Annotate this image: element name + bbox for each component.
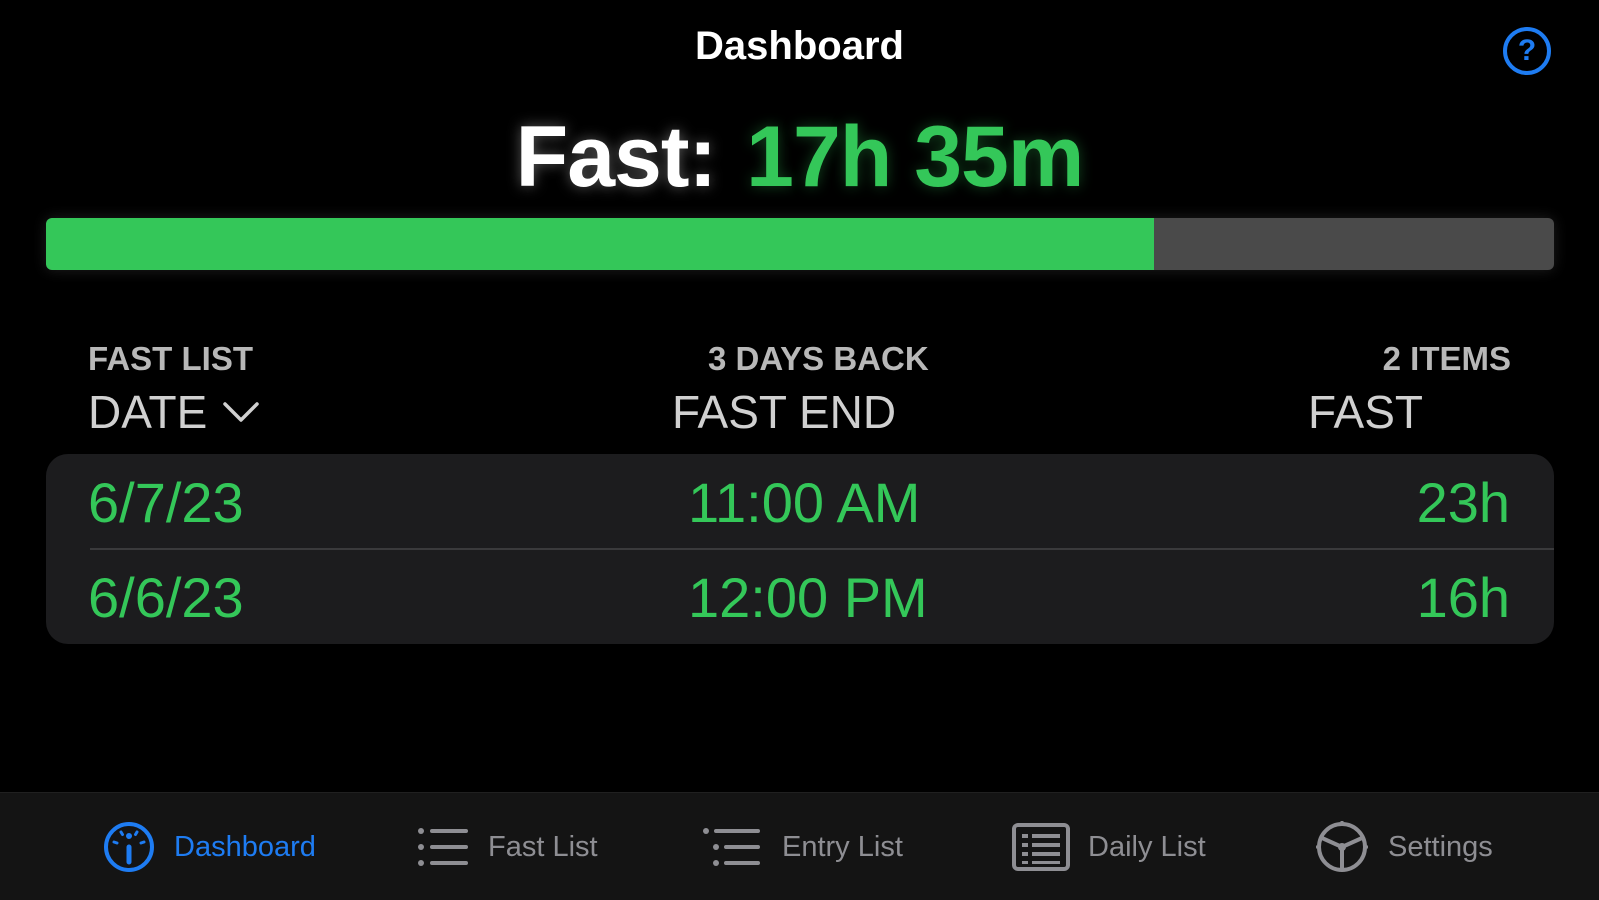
list-section-title: FAST LIST	[88, 340, 253, 377]
list-item-count: 2 ITEMS	[1382, 340, 1511, 377]
dashboard-screen: Dashboard ? Fast: 17h 35m FAST LIST 3 DAY…	[0, 0, 1599, 900]
table-row[interactable]: 6/6/23 12:00 PM 16h	[46, 549, 1554, 644]
table-row[interactable]: 6/7/23 11:00 AM 23h	[46, 454, 1554, 550]
list-icon	[418, 828, 468, 866]
tab-bar: Dashboard Fast List Entry List Daily Lis…	[0, 792, 1599, 900]
help-button[interactable]: ?	[1503, 27, 1551, 75]
tab-label: Settings	[1388, 830, 1493, 863]
tab-fast-list[interactable]: Fast List	[416, 817, 598, 877]
tab-label: Daily List	[1088, 830, 1206, 863]
row-fast-end: 12:00 PM	[688, 566, 928, 629]
fast-end-column-header: FAST END	[672, 386, 897, 438]
row-fast-duration: 23h	[1416, 471, 1510, 534]
help-icon: ?	[1517, 34, 1537, 67]
tab-label: Entry List	[782, 830, 903, 863]
chevron-down-icon	[223, 402, 260, 422]
indented-list-icon	[703, 828, 760, 866]
fast-duration-value: 17h 35m	[746, 109, 1084, 205]
date-column-label: DATE	[88, 386, 208, 438]
tab-label: Dashboard	[174, 830, 316, 863]
tab-daily-list[interactable]: Daily List	[1012, 817, 1206, 877]
list-range-label: 3 DAYS BACK	[708, 340, 929, 377]
page-title: Dashboard	[695, 24, 904, 68]
row-date: 6/7/23	[88, 471, 244, 534]
row-date: 6/6/23	[88, 566, 244, 629]
tab-settings[interactable]: Settings	[1314, 817, 1493, 877]
fast-readout: Fast: 17h 35m	[0, 108, 1599, 207]
fast-progress-fill	[46, 218, 1155, 270]
gauge-icon	[104, 822, 154, 872]
tab-label: Fast List	[488, 830, 598, 863]
row-fast-duration: 16h	[1416, 566, 1510, 629]
date-sort-header[interactable]: DATE	[88, 385, 261, 439]
fast-list-card: 6/7/23 11:00 AM 23h 6/6/23 12:00 PM 16h	[46, 454, 1554, 644]
document-list-icon	[1012, 823, 1070, 871]
steering-wheel-icon	[1316, 821, 1368, 872]
tab-entry-list[interactable]: Entry List	[702, 817, 903, 877]
fast-label: Fast:	[515, 109, 717, 205]
row-fast-end: 11:00 AM	[688, 471, 921, 534]
fast-column-header: FAST	[1307, 386, 1423, 438]
fast-progress-bar	[46, 218, 1554, 270]
tab-dashboard[interactable]: Dashboard	[102, 817, 316, 877]
